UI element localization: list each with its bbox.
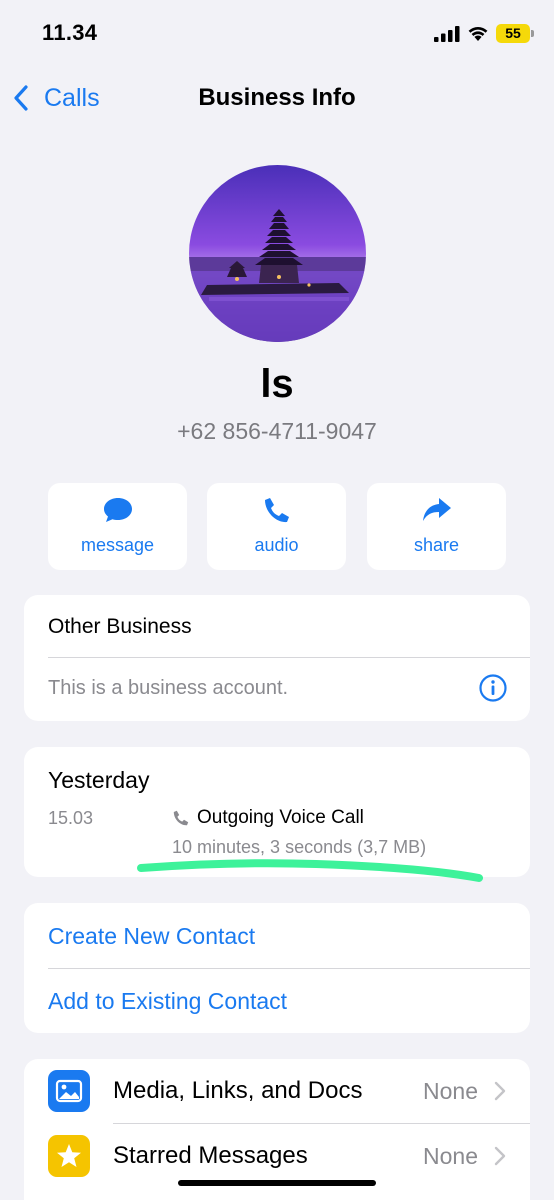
battery-tip [531, 30, 534, 37]
status-time: 11.34 [42, 20, 98, 45]
contact-name: ls [260, 362, 294, 406]
call-log-day: Yesterday [48, 767, 150, 793]
status-bar: 11.34 55 [0, 0, 554, 70]
audio-label: audio [254, 535, 299, 555]
call-time: 15.03 [48, 808, 94, 828]
share-button[interactable]: share [367, 483, 506, 570]
phone-icon [173, 810, 189, 826]
message-label: message [80, 535, 155, 555]
divider [48, 968, 530, 969]
audio-call-button[interactable]: audio [207, 483, 346, 570]
media-row-value: None [423, 1078, 478, 1104]
phone-icon [264, 498, 289, 523]
add-to-existing-contact-button[interactable]: Add to Existing Contact [48, 988, 287, 1015]
battery-indicator: 55 [496, 24, 530, 43]
share-label: share [413, 535, 460, 555]
business-category: Other Business [48, 615, 192, 638]
action-buttons: message audio share [48, 483, 506, 570]
home-indicator [178, 1180, 376, 1186]
navigation-bar: Calls Business Info [0, 72, 554, 124]
chevron-right-icon [494, 1146, 506, 1166]
call-duration: 10 minutes, 3 seconds (3,7 MB) [172, 837, 427, 857]
chevron-right-icon [494, 1081, 506, 1101]
starred-row-value: None [423, 1143, 478, 1169]
cellular-signal-icon [434, 26, 460, 42]
business-info-card: Other Business This is a business accoun… [24, 595, 530, 721]
message-bubble-icon [103, 498, 132, 522]
share-arrow-icon [422, 498, 451, 521]
create-new-contact-button[interactable]: Create New Contact [48, 923, 255, 950]
temple-photo [189, 165, 366, 342]
contact-phone: +62 856-4711-9047 [177, 418, 377, 444]
contact-avatar[interactable] [189, 165, 366, 342]
call-type-label: Outgoing Voice Call [197, 807, 364, 828]
divider [48, 657, 530, 658]
media-card: Media, Links, and Docs None Starred Mess… [24, 1059, 530, 1200]
wifi-icon [468, 26, 488, 41]
media-links-docs-row[interactable]: Media, Links, and Docs None [24, 1059, 530, 1123]
call-type: Outgoing Voice Call [172, 807, 364, 829]
highlight-underline [137, 859, 483, 882]
starred-messages-row[interactable]: Starred Messages None [24, 1124, 530, 1188]
starred-row-label: Starred Messages [113, 1142, 308, 1169]
star-icon [48, 1135, 90, 1177]
page-title: Business Info [198, 84, 356, 111]
contact-actions-card: Create New Contact Add to Existing Conta… [24, 903, 530, 1033]
media-row-label: Media, Links, and Docs [113, 1077, 363, 1104]
business-description: This is a business account. [48, 677, 289, 699]
message-button[interactable]: message [48, 483, 187, 570]
photo-icon [48, 1070, 90, 1112]
info-icon[interactable] [478, 673, 508, 703]
